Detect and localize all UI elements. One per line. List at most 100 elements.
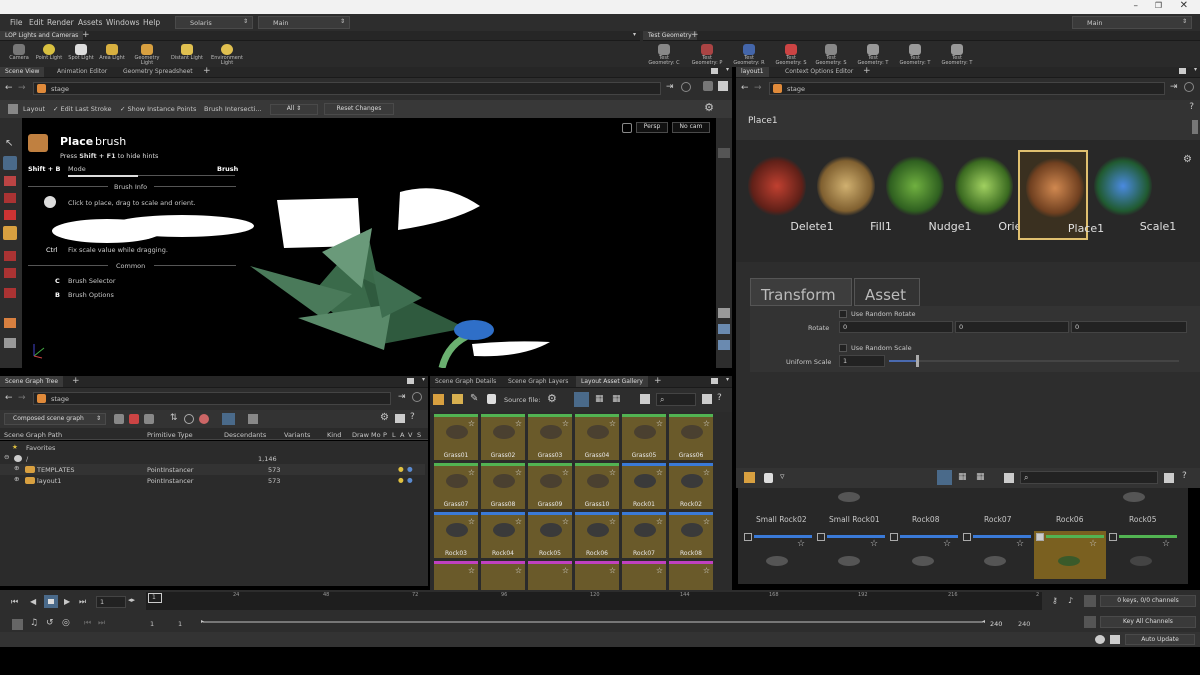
- move-icon[interactable]: [4, 193, 16, 203]
- grid-medium-icon[interactable]: ▦: [958, 472, 967, 482]
- brush-icon[interactable]: [487, 394, 496, 404]
- tool-delete[interactable]: Delete1: [742, 150, 834, 240]
- auto-update-menu[interactable]: Auto Update: [1125, 634, 1195, 645]
- folder-icon[interactable]: [452, 394, 463, 404]
- tree-row[interactable]: ★ Favorites: [0, 442, 425, 453]
- menu-help[interactable]: Help: [143, 18, 160, 27]
- tab-scene-graph-layers[interactable]: Scene Graph Layers: [503, 376, 573, 387]
- star-icon[interactable]: ☆: [870, 539, 878, 549]
- star-icon[interactable]: ☆: [656, 517, 663, 526]
- grid-small-icon[interactable]: [937, 470, 952, 485]
- star-icon[interactable]: ☆: [703, 566, 710, 575]
- right-context-selector[interactable]: Main ⇕: [1072, 16, 1192, 29]
- pane-max-icon[interactable]: [407, 378, 414, 384]
- help-icon[interactable]: ?: [410, 412, 415, 422]
- keys-icon[interactable]: [1084, 595, 1096, 607]
- audio-icon[interactable]: ♪: [1068, 596, 1073, 605]
- shelf-tab-test-geometry[interactable]: Test Geometry: [643, 31, 697, 40]
- shelf-tool-point-light[interactable]: Point Light: [32, 44, 66, 61]
- add-tab-icon[interactable]: +: [691, 30, 699, 40]
- sort-icon[interactable]: ⇅: [170, 413, 178, 423]
- tool-fill[interactable]: Fill1: [811, 150, 892, 240]
- uniform-scale-slider-handle[interactable]: [916, 355, 919, 367]
- grid-small-icon[interactable]: [574, 392, 589, 407]
- tab-context-options[interactable]: Context Options Editor: [780, 67, 858, 77]
- display-icon[interactable]: [718, 340, 730, 350]
- tool-place[interactable]: Place1: [1018, 150, 1104, 240]
- asset-grass03[interactable]: ☆ Grass03: [528, 414, 572, 460]
- asset-grass07[interactable]: ☆ Grass07: [434, 463, 478, 509]
- filter-icon[interactable]: [1004, 473, 1014, 483]
- add-tab-icon[interactable]: +: [654, 376, 662, 386]
- rotate-x-field[interactable]: 0: [839, 321, 953, 333]
- asset-checkbox[interactable]: [744, 533, 752, 541]
- visibility-icon[interactable]: ●: [407, 476, 413, 484]
- view-mode-icon[interactable]: [222, 413, 235, 425]
- next-key-icon[interactable]: ⏭: [98, 618, 105, 628]
- asset-rock01[interactable]: ☆ Rock01: [622, 463, 666, 509]
- shelf-tool-camera[interactable]: Camera: [2, 44, 36, 61]
- asset-grass08[interactable]: ☆ Grass08: [481, 463, 525, 509]
- star-icon[interactable]: ☆: [797, 539, 805, 549]
- asset-grass02[interactable]: ☆ Grass02: [481, 414, 525, 460]
- tree-row[interactable]: ⊖ / 1,146: [0, 453, 425, 464]
- star-icon[interactable]: ☆: [703, 468, 710, 477]
- asset-grass06[interactable]: ☆ Grass06: [669, 414, 713, 460]
- rotate-y-field[interactable]: 0: [955, 321, 1069, 333]
- help-icon[interactable]: ?: [1189, 102, 1194, 112]
- asset-rock03[interactable]: ☆ Rock03: [434, 512, 478, 558]
- asset-rock08[interactable]: ☆ Rock08: [669, 512, 713, 558]
- tree-path-field[interactable]: stage: [33, 392, 391, 405]
- star-icon[interactable]: ☆: [515, 419, 522, 428]
- tab-geometry-spreadsheet[interactable]: Geometry Spreadsheet: [118, 67, 198, 77]
- range-handle-left[interactable]: ▸: [201, 618, 204, 625]
- star-icon[interactable]: ☆: [1089, 539, 1097, 549]
- asset-grass10[interactable]: ☆ Grass10: [575, 463, 619, 509]
- asset-grass01[interactable]: ☆ Grass01: [434, 414, 478, 460]
- viewport[interactable]: Place brush Press Shift + F1 to hide hin…: [22, 118, 716, 368]
- maximize-icon[interactable]: ❐: [1155, 1, 1162, 10]
- expand-icon[interactable]: ⊖: [4, 453, 9, 461]
- shelf-tool-test-geo-5[interactable]: Test Geometry: S: [814, 44, 848, 66]
- asset-grass05[interactable]: ☆ Grass05: [622, 414, 666, 460]
- filter-icon[interactable]: [129, 414, 139, 424]
- shelf-tool-test-geo-6[interactable]: Test Geometry: T: [856, 44, 890, 66]
- add-asset-icon[interactable]: [433, 394, 444, 405]
- composed-scene-graph-select[interactable]: Composed scene graph ⇕: [4, 413, 106, 425]
- rotate-icon[interactable]: [4, 210, 16, 220]
- star-icon[interactable]: ☆: [656, 566, 663, 575]
- grid-large-icon[interactable]: ▦: [612, 394, 621, 404]
- range-slider[interactable]: [203, 621, 983, 623]
- range-handle-right[interactable]: ◂: [982, 618, 985, 625]
- star-icon[interactable]: ☆: [468, 517, 475, 526]
- prev-key-icon[interactable]: ⏮: [84, 618, 91, 628]
- shelf-tool-distant-light[interactable]: Distant Light: [170, 44, 204, 61]
- shelf-tool-geometry-light[interactable]: Geometry Light: [130, 44, 164, 66]
- star-icon[interactable]: ☆: [1162, 539, 1170, 549]
- star-icon[interactable]: ☆: [1016, 539, 1024, 549]
- gear-icon[interactable]: ⚙: [547, 392, 557, 405]
- star-icon[interactable]: ☆: [515, 468, 522, 477]
- tool-orient[interactable]: Orient1: [949, 150, 1040, 240]
- shelf-tab-lights[interactable]: LOP Lights and Cameras: [0, 31, 84, 40]
- back-icon[interactable]: ←: [5, 83, 13, 93]
- frame-field[interactable]: 1: [96, 596, 126, 608]
- asset-rock02[interactable]: ☆ Rock02: [669, 463, 713, 509]
- tab-asset[interactable]: Asset: [854, 278, 920, 306]
- menu-arrow-icon[interactable]: ▾: [726, 376, 729, 383]
- handle-icon[interactable]: [4, 176, 16, 186]
- asset-tile[interactable]: ☆: [528, 561, 572, 590]
- gallery-search[interactable]: ⌕: [656, 393, 696, 406]
- loop-icon[interactable]: ↺: [46, 618, 54, 628]
- help-icon[interactable]: ?: [717, 393, 722, 403]
- asset-checkbox-checked[interactable]: [1036, 533, 1044, 541]
- pin-icon[interactable]: ⇥: [398, 392, 406, 402]
- tab-scene-graph-tree[interactable]: Scene Graph Tree: [0, 376, 64, 387]
- tab-scene-graph-details[interactable]: Scene Graph Details: [430, 376, 501, 387]
- grid-medium-icon[interactable]: ▦: [595, 394, 604, 404]
- filter-icon[interactable]: [144, 414, 154, 424]
- star-icon[interactable]: ☆: [468, 468, 475, 477]
- uniform-scale-field[interactable]: 1: [839, 355, 885, 367]
- lock-icon[interactable]: [622, 123, 632, 133]
- info-icon[interactable]: [184, 414, 194, 424]
